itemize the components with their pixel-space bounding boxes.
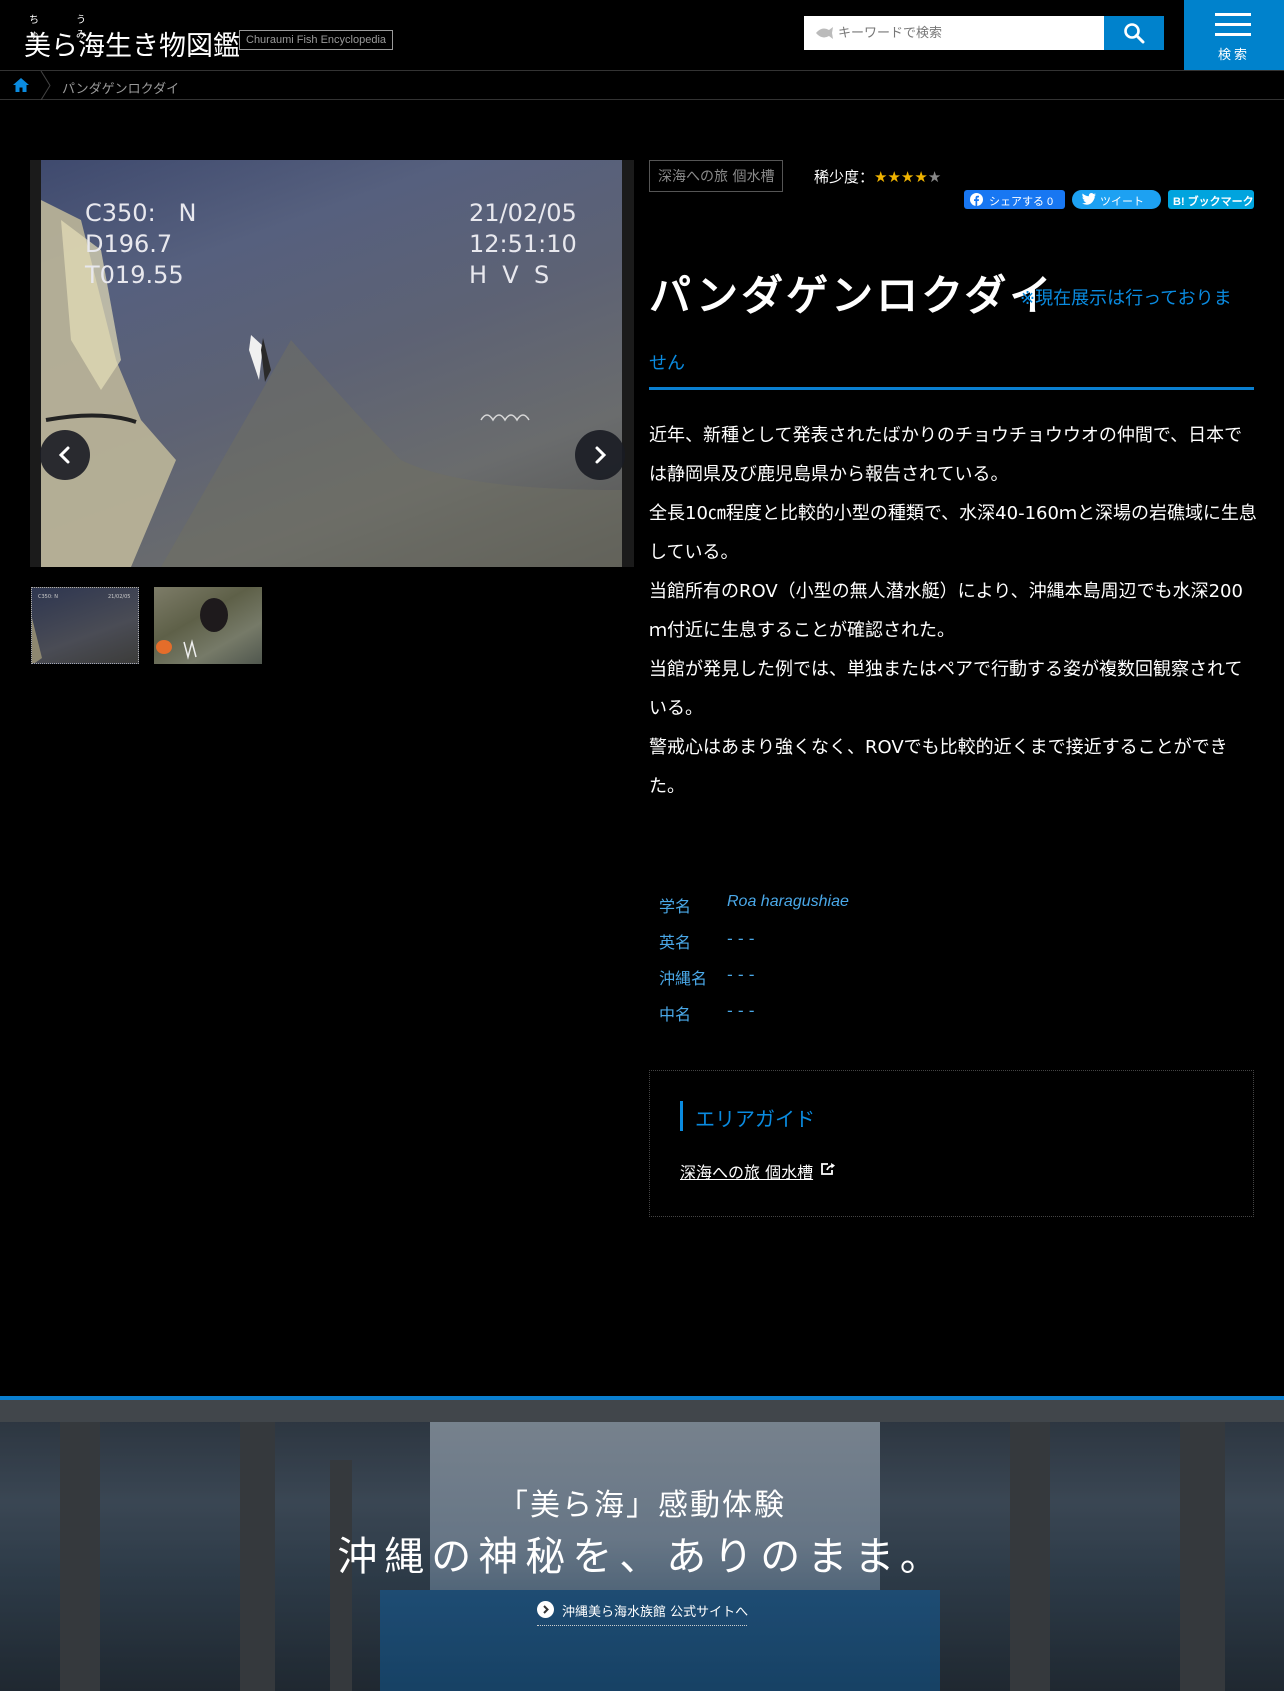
- title-divider: [649, 387, 1254, 390]
- next-photo-button[interactable]: [575, 430, 625, 480]
- description-paragraph: 全長10㎝程度と比較的小型の種類で、水深40-160ｍと深場の岩礁域に生息してい…: [649, 503, 1257, 563]
- photo-overlay-right: 21/02/05 12:51:10 H V S: [469, 199, 577, 289]
- breadcrumb-current: パンダゲンロクダイ: [62, 82, 180, 97]
- chinese-name-label: 中名: [659, 1005, 692, 1024]
- official-site-link-label: 沖縄美ら海水族館 公式サイトへ: [562, 1605, 749, 1620]
- thumbnail-2[interactable]: [154, 587, 262, 664]
- scientific-name-value: Roa haragushiae: [727, 893, 849, 910]
- search-input[interactable]: [838, 16, 1098, 50]
- logo-subtitle: Churaumi Fish Encyclopedia: [239, 30, 394, 50]
- description-paragraph: 警戒心はあまり強くなく、ROVでも比較的近くまで接近することができた。: [649, 737, 1228, 797]
- photo-gallery: C350: N D196.7 T019.55 21/02/05 12:51:10…: [30, 160, 634, 567]
- svg-text:21/02/05: 21/02/05: [108, 594, 130, 600]
- exhibit-tag[interactable]: 深海への旅 個水槽: [649, 160, 784, 192]
- chevron-right-icon: [595, 446, 607, 464]
- prev-photo-button[interactable]: [40, 430, 90, 480]
- exhibit-notice: ※現在展示は行っておりま: [1020, 288, 1232, 309]
- footer-banner: 「美ら海」感動体験 沖縄の神秘を、ありのまま。 沖縄美ら海水族館 公式サイトへ: [0, 1396, 1284, 1691]
- okinawa-name-value: - - -: [727, 965, 755, 984]
- description-paragraph: 当館所有のROV（小型の無人潜水艇）により、沖縄本島周辺でも水深200ｍ付近に生…: [649, 581, 1243, 641]
- search-icon: [1123, 22, 1145, 48]
- photo-overlay-left: C350: N D196.7 T019.55: [85, 199, 197, 289]
- english-name-value: - - -: [727, 929, 755, 948]
- menu-label: 検索: [1217, 48, 1250, 63]
- area-guide-link[interactable]: 深海への旅 個水槽: [680, 1159, 813, 1183]
- thumbnail-1[interactable]: C350: N 21/02/05: [31, 587, 139, 664]
- scientific-name-label: 学名: [659, 897, 692, 916]
- main-photo: C350: N D196.7 T019.55 21/02/05 12:51:10…: [41, 160, 622, 567]
- exhibit-notice-continued: せん: [649, 353, 685, 374]
- twitter-share-label: ツイート: [1100, 196, 1144, 208]
- breadcrumb: パンダゲンロクダイ: [0, 70, 1284, 101]
- facebook-share-label: シェアする 0: [989, 196, 1054, 208]
- home-icon[interactable]: [12, 77, 30, 97]
- area-guide-heading: エリアガイド: [695, 1107, 815, 1131]
- chevron-circle-icon: [537, 1601, 554, 1618]
- fish-icon: [814, 25, 834, 44]
- banner-headline: 沖縄の神秘を、ありのまま。: [337, 1534, 947, 1580]
- chevron-left-icon: [58, 446, 70, 464]
- svg-text:C350: N: C350: N: [38, 594, 58, 600]
- chinese-name-value: - - -: [727, 1001, 755, 1020]
- species-description: 近年、新種として発表されたばかりのチョウチョウウオの仲間で、日本では静岡県及び鹿…: [649, 416, 1259, 806]
- search-box: [804, 16, 1104, 50]
- area-guide-accent: [680, 1101, 683, 1131]
- twitter-share-button[interactable]: ツイート: [1072, 190, 1161, 209]
- rarity-rating: 稀少度：★★★★★: [814, 166, 941, 187]
- menu-button[interactable]: 検索: [1184, 0, 1284, 70]
- hatena-bookmark-label: B! ブックマーク: [1173, 196, 1254, 208]
- description-paragraph: 近年、新種として発表されたばかりのチョウチョウウオの仲間で、日本では静岡県及び鹿…: [649, 425, 1243, 485]
- description-paragraph: 当館が発見した例では、単独またはペアで行動する姿が複数回観察されている。: [649, 659, 1243, 719]
- twitter-icon: [1082, 193, 1096, 208]
- species-title: パンダゲンロクダイ: [649, 271, 1055, 320]
- facebook-icon: [970, 193, 983, 209]
- rarity-label: 稀少度：: [814, 168, 875, 186]
- banner-subtitle: 「美ら海」感動体験: [498, 1488, 786, 1523]
- external-link-icon: [820, 1161, 836, 1180]
- area-guide-box: エリアガイド 深海への旅 個水槽: [649, 1070, 1254, 1217]
- site-header: ちゅ うみ 美ら海生き物図鑑 Churaumi Fish Encyclopedi…: [0, 0, 1284, 70]
- search-button[interactable]: [1104, 16, 1164, 50]
- official-site-link[interactable]: 沖縄美ら海水族館 公式サイトへ: [537, 1600, 749, 1626]
- hamburger-icon: [1215, 13, 1251, 16]
- okinawa-name-label: 沖縄名: [659, 969, 708, 988]
- logo-title: 美ら海生き物図鑑: [24, 31, 240, 62]
- english-name-label: 英名: [659, 933, 692, 952]
- hatena-bookmark-button[interactable]: B! ブックマーク: [1168, 190, 1254, 209]
- rarity-stars-filled: ★★★★: [874, 168, 928, 186]
- breadcrumb-separator-icon: [40, 70, 52, 104]
- facebook-share-button[interactable]: シェアする 0: [964, 190, 1065, 209]
- rarity-stars-empty: ★: [927, 168, 942, 186]
